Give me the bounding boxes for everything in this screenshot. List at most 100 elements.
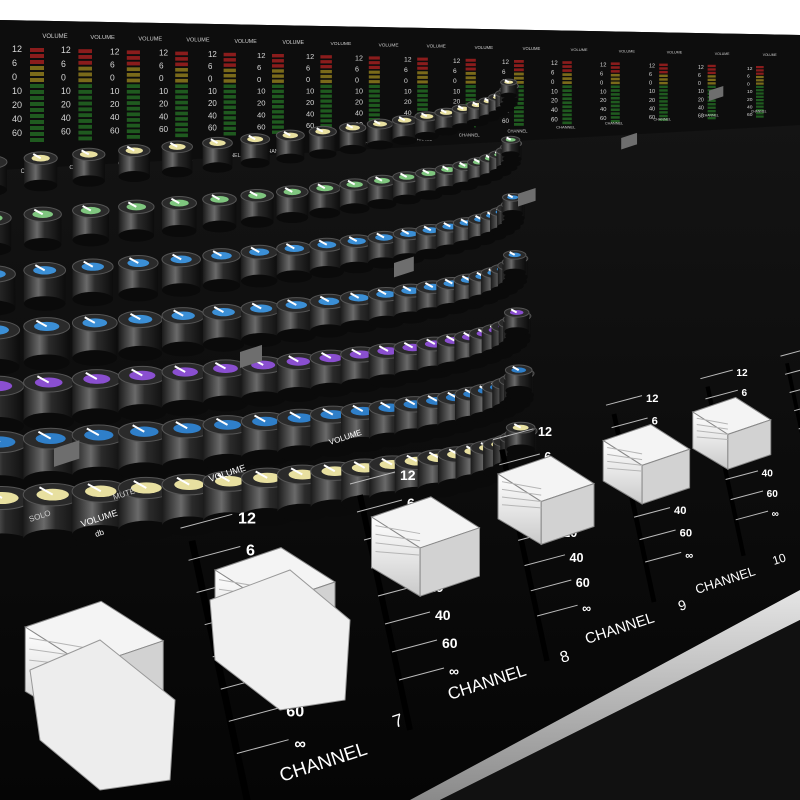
meter-led	[417, 62, 428, 66]
meter-led	[610, 77, 620, 81]
meter-channel-label: CHANNEL	[654, 117, 671, 121]
knob-base	[504, 327, 529, 336]
knob-base	[392, 136, 418, 145]
meter-led	[320, 104, 332, 108]
meter-led	[610, 96, 620, 100]
knob-base	[367, 198, 397, 210]
fader-scale-tick: 40	[674, 505, 686, 517]
knob-base	[72, 291, 114, 307]
meter-led	[659, 74, 668, 78]
knob-base	[24, 179, 58, 192]
knob-base	[23, 296, 66, 311]
fader-scale-tick: ∞	[685, 550, 693, 562]
meter-led	[610, 73, 620, 77]
meter-scale-tick: 12	[12, 44, 22, 54]
meter-led	[368, 108, 380, 112]
knob-base	[309, 207, 341, 219]
meter-led	[417, 80, 428, 84]
knob-base	[118, 229, 155, 242]
knob	[0, 375, 25, 436]
knob	[202, 248, 241, 293]
knob	[161, 307, 205, 357]
fader-scale-tick: 12	[646, 393, 658, 405]
meter-led	[78, 72, 92, 77]
meter-scale-tick: 20	[600, 98, 606, 104]
meter-led	[659, 67, 668, 70]
meter-led	[78, 124, 92, 129]
meter-scale-tick: 10	[649, 89, 655, 95]
knob	[504, 364, 533, 396]
meter-led	[707, 117, 716, 120]
meter-led	[610, 62, 620, 65]
meter-scale-tick: 0	[110, 73, 115, 83]
meter-led	[707, 85, 716, 88]
knob-base	[241, 274, 278, 288]
meter-led	[175, 117, 188, 121]
knob	[500, 78, 518, 99]
knob	[161, 251, 201, 297]
knob	[367, 174, 397, 210]
meter-led	[126, 129, 140, 134]
meter-led	[223, 52, 236, 57]
meter-led	[175, 51, 188, 56]
meter-led	[756, 69, 764, 72]
meter-scale-tick: 10	[110, 86, 120, 96]
knob	[23, 151, 58, 192]
knob	[161, 362, 209, 417]
knob	[366, 118, 394, 150]
knob-base	[23, 354, 70, 371]
knob	[505, 421, 536, 455]
fader-scale-tick: 40	[570, 551, 584, 565]
meter-scale-tick: 40	[355, 110, 363, 118]
meter-led	[30, 132, 44, 136]
meter-scale-tick: 6	[502, 69, 506, 76]
meter-scale-tick: 6	[257, 63, 261, 72]
knob	[161, 196, 197, 238]
meter-led	[756, 79, 764, 82]
meter-led	[78, 119, 92, 123]
knob-base	[118, 287, 159, 302]
meter-led	[223, 84, 236, 88]
meter-led	[417, 66, 428, 70]
meter-scale-tick: 20	[747, 97, 753, 103]
meter-led	[272, 54, 284, 58]
knob	[71, 258, 114, 307]
meter-led	[272, 105, 284, 109]
knob-base	[161, 399, 209, 417]
knob-base	[118, 170, 151, 183]
knob	[240, 133, 271, 169]
knob	[202, 136, 233, 173]
meter-scale-tick: 20	[208, 99, 217, 108]
meter-scale-tick: 12	[649, 64, 655, 70]
knob	[308, 125, 337, 159]
meter-led	[368, 113, 380, 117]
knob-base	[161, 224, 197, 238]
meter-led	[272, 89, 284, 94]
meter-channel-label: CHANNEL	[556, 124, 576, 129]
meter-led	[465, 93, 476, 97]
fader-scale-tick: ∞	[449, 663, 459, 679]
meter-header: VOLUME	[523, 46, 541, 51]
knob-base	[367, 140, 393, 150]
meter-led	[223, 126, 236, 131]
meter-led	[30, 90, 44, 94]
knob-base	[501, 151, 520, 158]
meter-scale-tick: 6	[747, 74, 750, 80]
meter-led	[562, 77, 572, 80]
meter-scale-tick: 0	[404, 78, 408, 85]
meter-led	[659, 107, 668, 110]
meter-scale-tick: 6	[698, 73, 701, 79]
meter-led	[562, 117, 572, 121]
fader-scale-tick: 40	[762, 469, 774, 480]
meter-led	[30, 138, 44, 142]
meter-led	[223, 95, 236, 99]
meter-led	[659, 96, 668, 99]
meter-led	[175, 73, 188, 78]
meter-led	[610, 112, 620, 115]
meter-led	[78, 60, 92, 65]
meter-led	[707, 103, 716, 106]
knob-base	[72, 350, 118, 366]
meter-header: VOLUME	[667, 51, 683, 55]
knob	[240, 300, 282, 348]
meter-scale-tick: 6	[110, 60, 115, 70]
